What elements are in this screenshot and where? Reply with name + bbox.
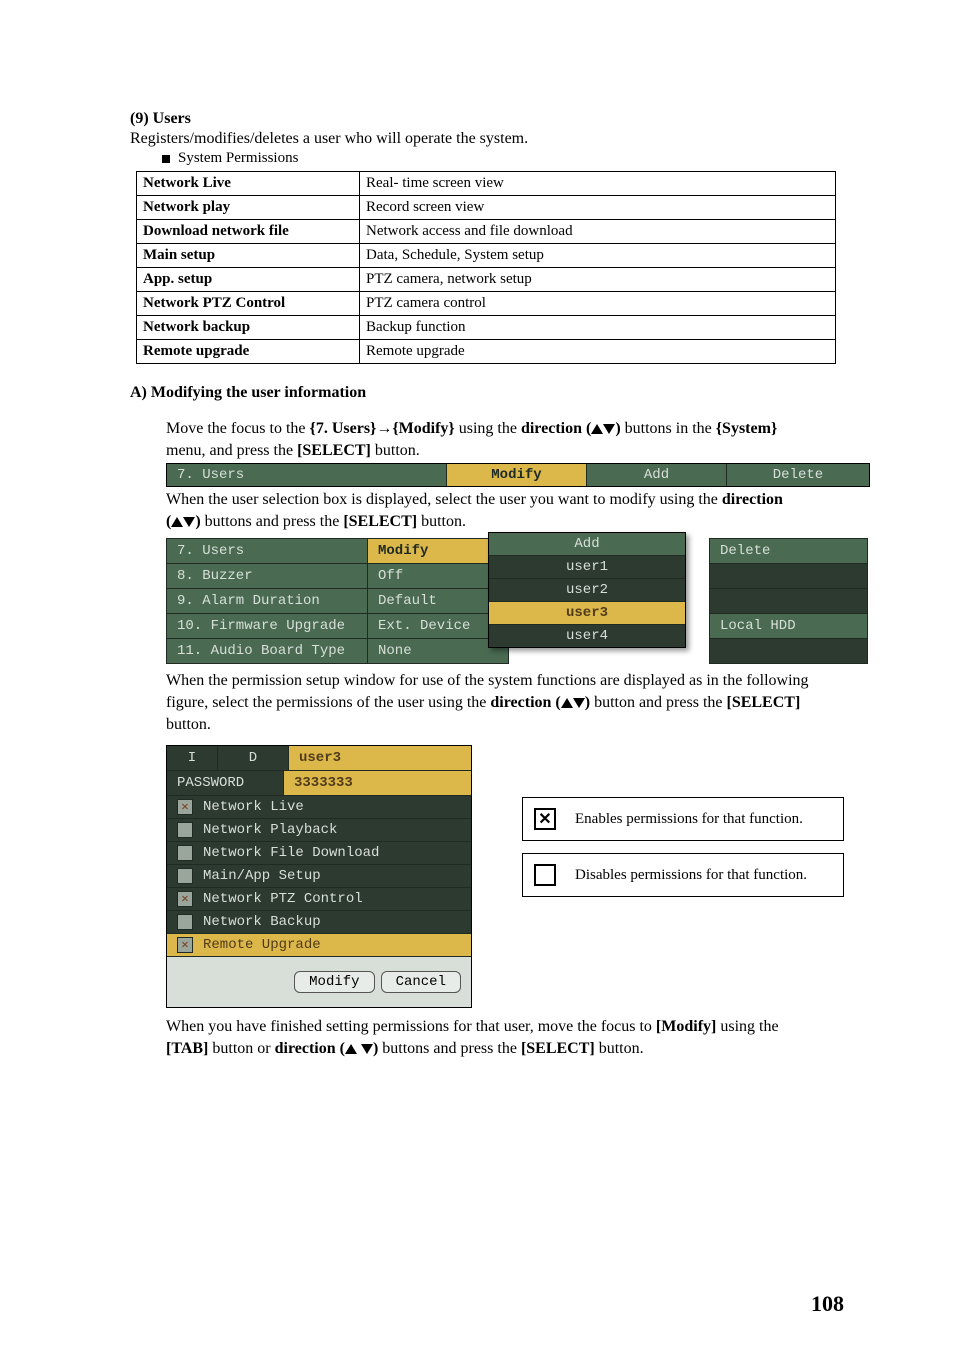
perm-desc: Network access and file download bbox=[360, 220, 836, 244]
perm-desc: Record screen view bbox=[360, 196, 836, 220]
triangle-down-icon bbox=[183, 517, 195, 527]
triangle-up-icon bbox=[561, 698, 573, 708]
password-value[interactable]: 3333333 bbox=[284, 771, 471, 795]
after-table-para: When the permission setup window for use… bbox=[166, 670, 844, 735]
permission-dialog: I D user3 PASSWORD 3333333 ✕ Network Live… bbox=[166, 745, 472, 1008]
permission-item-label: Network File Download bbox=[203, 845, 379, 861]
legend-disabled: Disables permissions for that function. bbox=[522, 853, 844, 897]
triangle-up-icon bbox=[345, 1044, 357, 1054]
perm-desc: Remote upgrade bbox=[360, 340, 836, 364]
id-col-label: I bbox=[167, 746, 218, 770]
strip-add[interactable]: Add bbox=[587, 464, 727, 486]
menu-row-label: 9. Alarm Duration bbox=[167, 589, 368, 614]
perm-label: App. setup bbox=[137, 268, 360, 292]
permission-item[interactable]: ✕ Remote Upgrade bbox=[167, 934, 471, 957]
menu-row-label: 8. Buzzer bbox=[167, 564, 368, 589]
perm-label: Download network file bbox=[137, 220, 360, 244]
perm-label: Network backup bbox=[137, 316, 360, 340]
checkbox-checked-icon[interactable]: ✕ bbox=[177, 937, 193, 953]
modify-button[interactable]: Modify bbox=[294, 971, 374, 993]
checkbox-checked-icon[interactable]: ✕ bbox=[177, 799, 193, 815]
permission-item[interactable]: Network Playback bbox=[167, 819, 471, 842]
strip-modify[interactable]: Modify bbox=[447, 464, 587, 486]
permission-item-label: Remote Upgrade bbox=[203, 937, 321, 953]
perm-desc: Data, Schedule, System setup bbox=[360, 244, 836, 268]
perm-desc: PTZ camera control bbox=[360, 292, 836, 316]
d-col-label: D bbox=[218, 746, 289, 770]
strip-delete[interactable]: Delete bbox=[727, 464, 869, 486]
checkbox-unchecked-icon bbox=[534, 864, 556, 886]
page-number: 108 bbox=[811, 1291, 844, 1317]
intro-text: Registers/modifies/deletes a user who wi… bbox=[130, 130, 844, 148]
perm-label: Remote upgrade bbox=[137, 340, 360, 364]
popup-item[interactable]: user1 bbox=[489, 556, 685, 579]
triangle-down-icon bbox=[573, 698, 585, 708]
triangle-down-icon bbox=[603, 424, 615, 434]
legend-disabled-text: Disables permissions for that function. bbox=[567, 857, 815, 894]
permission-item[interactable]: ✕ Network Live bbox=[167, 796, 471, 819]
menu-row-extra[interactable]: Delete bbox=[710, 539, 868, 564]
checkbox-legend: ✕ Enables permissions for that function.… bbox=[522, 797, 844, 909]
legend-enabled: ✕ Enables permissions for that function. bbox=[522, 797, 844, 841]
modA-para: Move the focus to the {7. Users}→{Modify… bbox=[166, 418, 844, 461]
menu-row-extra bbox=[710, 639, 868, 664]
permission-item-label: Network Backup bbox=[203, 914, 321, 930]
perm-desc: Backup function bbox=[360, 316, 836, 340]
menu-row-label: 10. Firmware Upgrade bbox=[167, 614, 368, 639]
triangle-down-icon bbox=[361, 1044, 373, 1054]
perm-desc: Real- time screen view bbox=[360, 172, 836, 196]
triangle-up-icon bbox=[591, 424, 603, 434]
subsection-a-heading: A) Modifying the user information bbox=[130, 384, 844, 402]
menu-row-label: 7. Users bbox=[167, 539, 368, 564]
password-label: PASSWORD bbox=[167, 771, 284, 795]
cancel-button[interactable]: Cancel bbox=[381, 971, 461, 993]
perm-label: Network Live bbox=[137, 172, 360, 196]
menu-row-label: 11. Audio Board Type bbox=[167, 639, 368, 664]
popup-item-selected[interactable]: user3 bbox=[489, 602, 685, 625]
permission-item[interactable]: Main/App Setup bbox=[167, 865, 471, 888]
permission-item[interactable]: Network File Download bbox=[167, 842, 471, 865]
permission-item[interactable]: Network Backup bbox=[167, 911, 471, 934]
legend-enabled-text: Enables permissions for that function. bbox=[567, 801, 811, 838]
popup-item[interactable]: user4 bbox=[489, 625, 685, 647]
checkbox-unchecked-icon[interactable] bbox=[177, 822, 193, 838]
menu-row-extra[interactable]: Local HDD bbox=[710, 614, 868, 639]
menu-table-wrapper: 7. Users Modify Delete 8. Buzzer Off 9. … bbox=[166, 538, 868, 664]
after-strip-para: When the user selection box is displayed… bbox=[166, 489, 844, 532]
checkbox-checked-icon[interactable]: ✕ bbox=[177, 891, 193, 907]
user-select-popup[interactable]: Add user1 user2 user3 user4 bbox=[488, 532, 686, 648]
permission-item-label: Network PTZ Control bbox=[203, 891, 363, 907]
square-bullet-icon bbox=[162, 155, 170, 163]
permission-item-label: Network Live bbox=[203, 799, 304, 815]
popup-header: Add bbox=[489, 533, 685, 556]
permission-item[interactable]: ✕ Network PTZ Control bbox=[167, 888, 471, 911]
final-para: When you have finished setting permissio… bbox=[166, 1016, 844, 1059]
triangle-up-icon bbox=[171, 517, 183, 527]
perm-label: Network play bbox=[137, 196, 360, 220]
menu-strip-users: 7. Users Modify Add Delete bbox=[166, 463, 870, 487]
checkbox-unchecked-icon[interactable] bbox=[177, 914, 193, 930]
perm-desc: PTZ camera, network setup bbox=[360, 268, 836, 292]
checkbox-unchecked-icon[interactable] bbox=[177, 868, 193, 884]
user-name-value[interactable]: user3 bbox=[289, 746, 471, 770]
checkbox-checked-icon: ✕ bbox=[534, 808, 556, 830]
permission-item-label: Network Playback bbox=[203, 822, 337, 838]
perm-label: Main setup bbox=[137, 244, 360, 268]
menu-row-extra bbox=[710, 564, 868, 589]
permission-item-label: Main/App Setup bbox=[203, 868, 321, 884]
perm-label: Network PTZ Control bbox=[137, 292, 360, 316]
menu-row-extra bbox=[710, 589, 868, 614]
popup-item[interactable]: user2 bbox=[489, 579, 685, 602]
permissions-table: Network LiveReal- time screen view Netwo… bbox=[136, 171, 836, 364]
strip-label: 7. Users bbox=[167, 464, 447, 486]
bullet-system-permissions: System Permissions bbox=[162, 150, 844, 167]
bullet-label: System Permissions bbox=[178, 150, 298, 166]
section-heading: (9) Users bbox=[130, 110, 844, 128]
checkbox-unchecked-icon[interactable] bbox=[177, 845, 193, 861]
